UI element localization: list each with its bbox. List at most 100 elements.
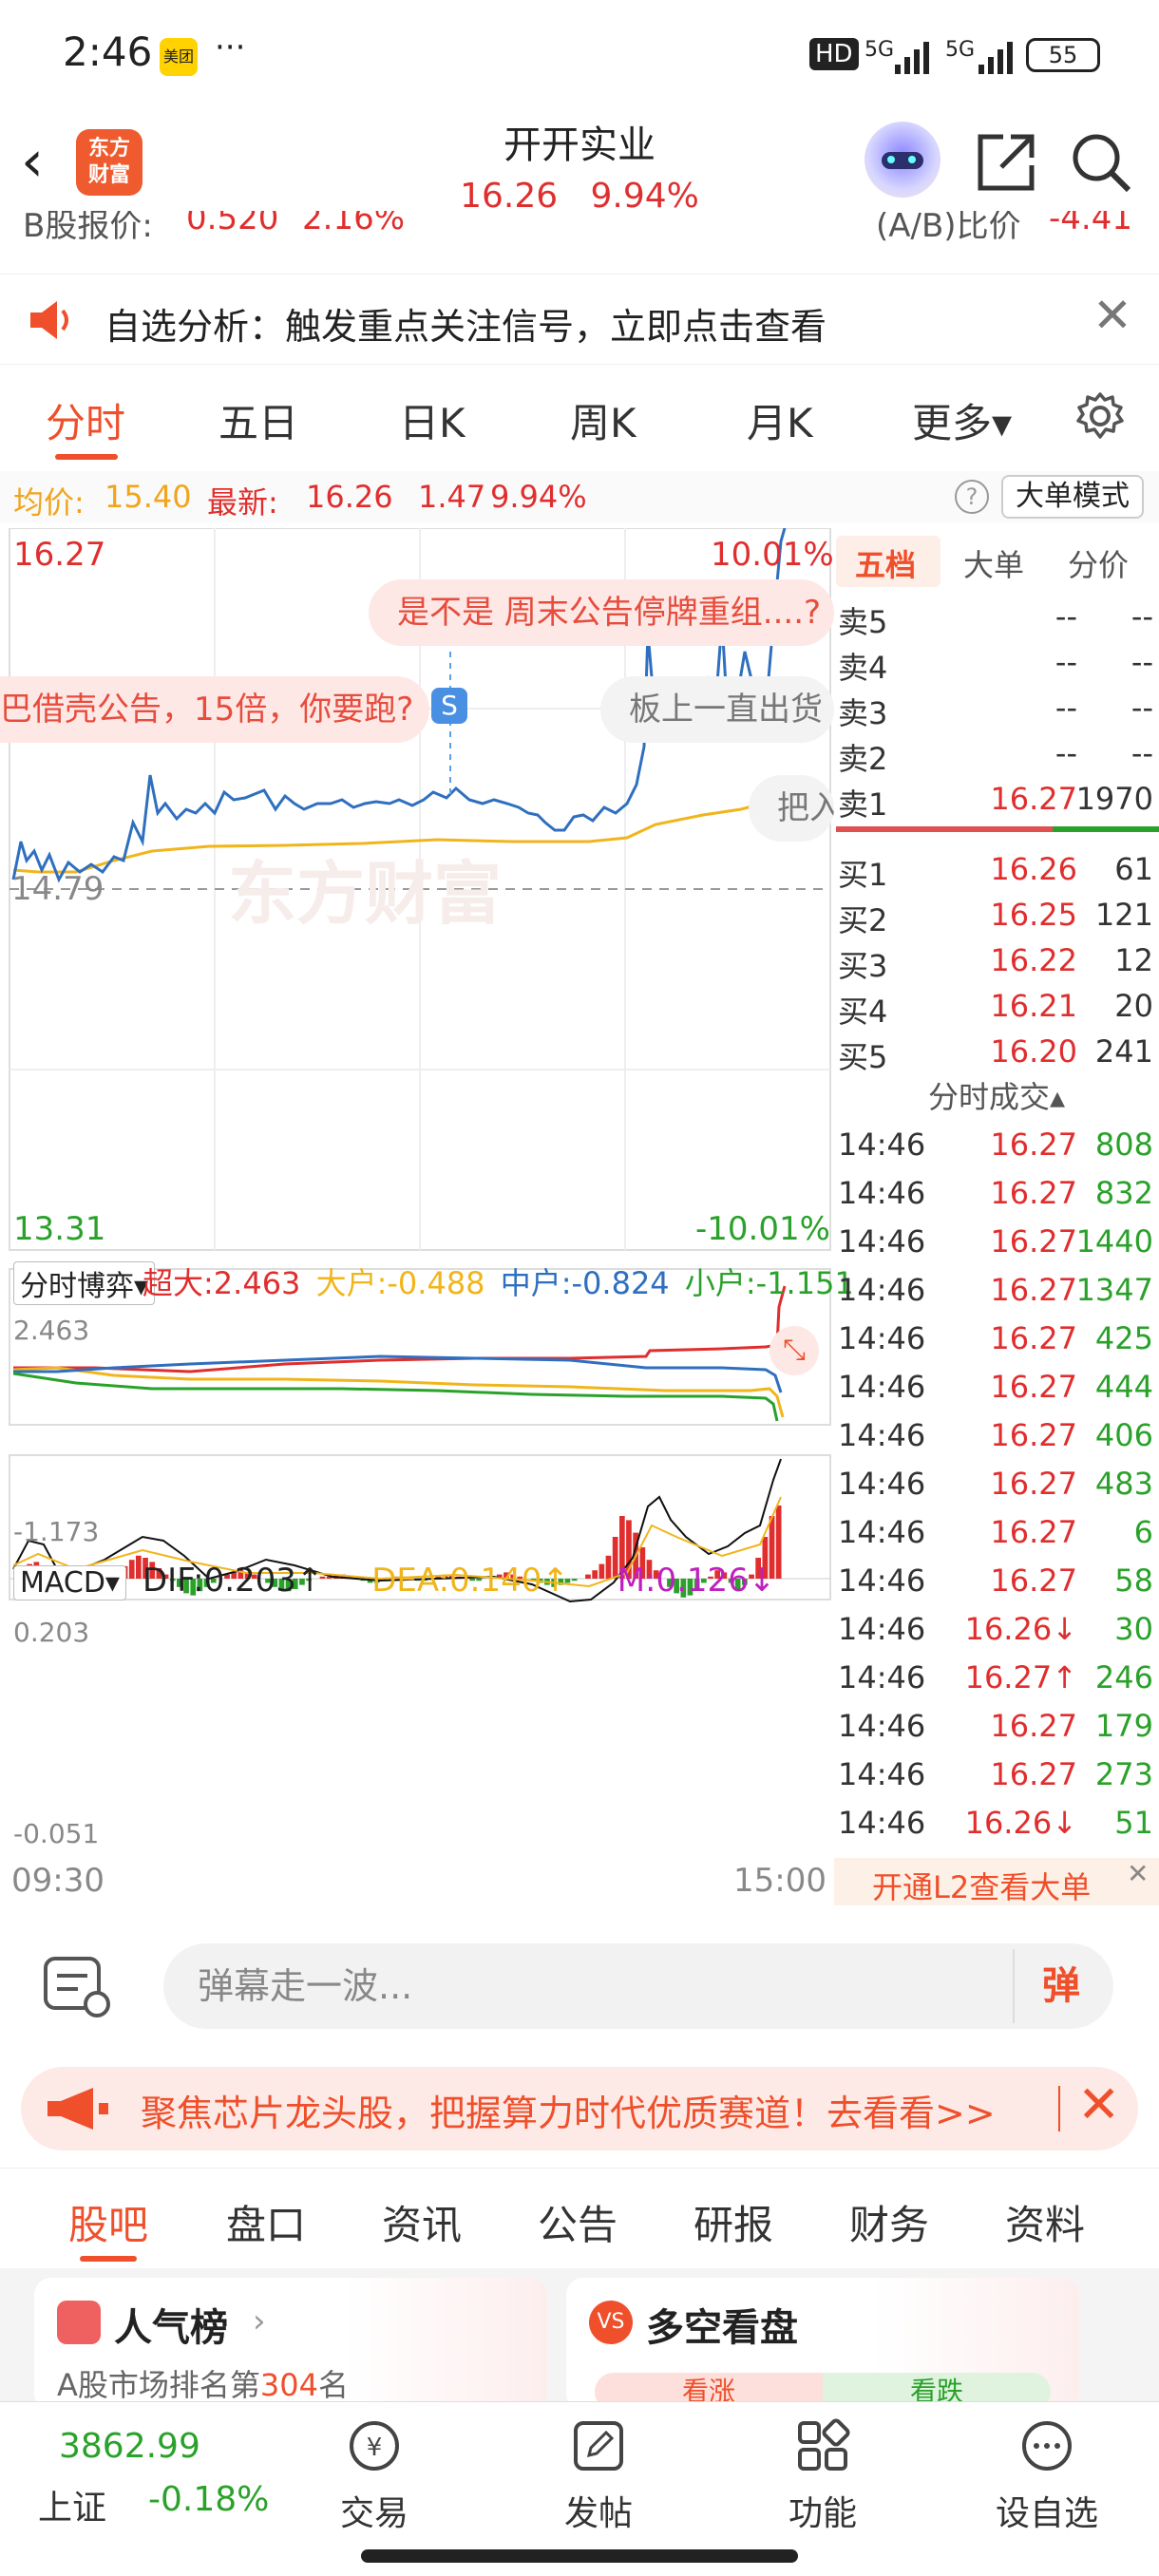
bids-row[interactable]: 买4 16.21 20 bbox=[834, 982, 1159, 1030]
tab-profile[interactable]: 资料 bbox=[1005, 2193, 1085, 2251]
tab-finance[interactable]: 财务 bbox=[849, 2193, 929, 2251]
index-pct[interactable]: -0.18% bbox=[148, 2480, 269, 2519]
tab-news[interactable]: 资讯 bbox=[382, 2193, 462, 2251]
trade-row: 14:46 16.27 406 bbox=[838, 1417, 1153, 1453]
search-icon[interactable] bbox=[1070, 131, 1132, 194]
status-bar: 2:46 美团 ··· HD 5G 5G 55 bbox=[0, 0, 1159, 114]
macd-legend: DIF:0.203↑ DEA:0.140↑ M:0.126↓ bbox=[142, 1562, 776, 1600]
bids-row[interactable]: 买1 16.26 61 bbox=[834, 845, 1159, 893]
tab-more[interactable]: 更多▾ bbox=[912, 391, 1012, 449]
promo-close-icon[interactable]: ✕ bbox=[1077, 2074, 1120, 2134]
share-icon[interactable] bbox=[975, 131, 1037, 194]
tab-price-distribution[interactable]: 分价 bbox=[1068, 541, 1129, 585]
gear-icon[interactable] bbox=[1075, 391, 1125, 441]
comment-bubble-2[interactable]: 巴借壳公告，15倍，你要跑? bbox=[0, 676, 429, 743]
ai-assistant-icon[interactable] bbox=[864, 122, 940, 198]
b-share-label: B股报价: bbox=[23, 211, 153, 245]
feature-cards: 人气榜 › A股市场排名第304名 VS 多空看盘 看涨 看跌 bbox=[0, 2268, 1159, 2411]
chart-low-pct: -10.01% bbox=[695, 1210, 830, 1248]
expand-icon[interactable]: ⤡ bbox=[770, 1326, 819, 1375]
nav-functions[interactable]: 功能 bbox=[747, 2417, 899, 2535]
tab-daily-k[interactable]: 日K bbox=[399, 391, 466, 449]
asks-row[interactable]: 卖2 -- -- bbox=[834, 729, 1159, 777]
status-time: 2:46 bbox=[63, 28, 153, 75]
trade-row: 14:46 16.27 444 bbox=[838, 1369, 1153, 1405]
avg-value: 15.40 bbox=[104, 479, 192, 515]
flow-max: 2.463 bbox=[13, 1315, 90, 1346]
chart-high-pct: 10.01% bbox=[711, 536, 834, 574]
popularity-icon bbox=[57, 2301, 101, 2344]
tab-big-orders[interactable]: 大单 bbox=[963, 541, 1024, 585]
ab-ratio-value: -4.41 bbox=[1049, 211, 1132, 237]
danmu-send-button[interactable]: 弹 bbox=[1013, 1949, 1108, 2023]
order-book: 五档 大单 分价 卖5 -- -- 卖4 -- -- 卖3 -- -- 卖2 -- -- 卖1 16.27… bbox=[834, 528, 1159, 1911]
last-label: 最新: bbox=[207, 484, 278, 521]
long-short-card[interactable]: VS 多空看盘 看涨 看跌 bbox=[566, 2278, 1079, 2411]
avg-label: 均价: bbox=[13, 484, 85, 521]
content-tab-indicator bbox=[80, 2256, 137, 2262]
bids-row[interactable]: 买5 16.20 241 bbox=[834, 1028, 1159, 1075]
tab-guba[interactable]: 股吧 bbox=[68, 2193, 148, 2251]
index-value[interactable]: 3862.99 bbox=[59, 2427, 200, 2466]
comment-bubble-4[interactable]: 把入 bbox=[749, 775, 834, 842]
big-order-mode-button[interactable]: 大单模式 bbox=[1001, 475, 1144, 519]
trade-row: 14:46 16.27 1440 bbox=[838, 1223, 1153, 1260]
watermark: 东方财富 bbox=[228, 857, 502, 933]
chart-high-price: 16.27 bbox=[13, 536, 106, 574]
asks-row[interactable]: 卖4 -- -- bbox=[834, 638, 1159, 686]
trade-row: 14:46 16.27 483 bbox=[838, 1466, 1153, 1502]
danmu-input[interactable]: 弹幕走一波... bbox=[163, 1943, 1113, 2029]
trade-row: 14:46 16.27 273 bbox=[838, 1756, 1153, 1792]
tab-monthly-k[interactable]: 月K bbox=[747, 391, 813, 449]
macd-selector[interactable]: MACD▾ bbox=[13, 1565, 126, 1601]
b-share-quote[interactable]: B股报价: 0.520 2.16% (A/B)比价 -4.41 bbox=[0, 211, 1159, 245]
trade-row: 14:46 16.27 6 bbox=[838, 1514, 1153, 1550]
trade-row: 14:46 16.27 1347 bbox=[838, 1272, 1153, 1308]
help-icon[interactable]: ? bbox=[955, 480, 989, 514]
trade-row: 14:46 16.27 832 bbox=[838, 1175, 1153, 1211]
macd-bar bbox=[136, 1555, 142, 1579]
trade-row: 14:46 16.26↓ 51 bbox=[838, 1805, 1153, 1841]
l2-banner[interactable]: 开通L2查看大单 ✕ bbox=[834, 1858, 1159, 1911]
danmu-bar: 弹幕走一波... 弹 bbox=[0, 1905, 1159, 2048]
tab-weekly-k[interactable]: 周K bbox=[570, 391, 636, 449]
trade-row: 14:46 16.26↓ 30 bbox=[838, 1611, 1153, 1647]
comment-bubble-3[interactable]: 板上一直出货 bbox=[600, 676, 834, 743]
asks-row[interactable]: 卖5 -- -- bbox=[834, 593, 1159, 640]
hd-voice-icon: HD bbox=[809, 38, 859, 70]
nav-add-watchlist[interactable]: 设自选 bbox=[971, 2417, 1123, 2535]
comment-bubble-1[interactable]: 是不是 周末公告停牌重组....? bbox=[369, 579, 834, 646]
tab-intraday[interactable]: 分时 bbox=[46, 391, 125, 449]
bids-row[interactable]: 买3 16.22 12 bbox=[834, 937, 1159, 984]
time-start: 09:30 bbox=[11, 1862, 104, 1900]
tab-pankou[interactable]: 盘口 bbox=[226, 2193, 306, 2251]
tab-five-levels[interactable]: 五档 bbox=[855, 541, 916, 585]
macd-bar bbox=[775, 1506, 782, 1579]
trades-title[interactable]: 分时成交▴ bbox=[834, 1073, 1159, 1117]
notice-close-icon[interactable]: ✕ bbox=[1092, 288, 1132, 343]
asks-row[interactable]: 卖3 -- -- bbox=[834, 684, 1159, 731]
edit-icon bbox=[574, 2421, 623, 2471]
notice-bar[interactable]: 自选分析：触发重点关注信号，立即点击查看 ✕ bbox=[0, 274, 1159, 365]
more-icon bbox=[1022, 2421, 1072, 2471]
flow-selector[interactable]: 分时博弈▾ bbox=[13, 1261, 156, 1305]
s-marker-badge[interactable]: S bbox=[431, 688, 467, 724]
home-indicator[interactable] bbox=[361, 2549, 798, 2563]
nav-trade[interactable]: ¥ 交易 bbox=[298, 2417, 450, 2535]
popularity-card[interactable]: 人气榜 › A股市场排名第304名 bbox=[34, 2278, 547, 2411]
signal-bars-2-icon bbox=[978, 42, 1013, 74]
danmu-settings-icon[interactable] bbox=[42, 1953, 114, 2021]
more-notifications-icon: ··· bbox=[215, 28, 246, 66]
nav-post[interactable]: 发帖 bbox=[522, 2417, 674, 2535]
tab-five-day[interactable]: 五日 bbox=[218, 391, 298, 449]
content-tabs: 股吧 盘口 资讯 公告 研报 财务 资料 bbox=[0, 2168, 1159, 2263]
tab-research[interactable]: 研报 bbox=[694, 2193, 773, 2251]
l2-close-icon[interactable]: ✕ bbox=[1127, 1858, 1149, 1889]
time-end: 15:00 bbox=[733, 1862, 826, 1900]
trade-icon: ¥ bbox=[350, 2421, 399, 2471]
bids-row[interactable]: 买2 16.25 121 bbox=[834, 891, 1159, 938]
index-name[interactable]: 上证 bbox=[38, 2480, 106, 2529]
asks-row[interactable]: 卖1 16.27 1970 bbox=[834, 775, 1159, 823]
promo-banner[interactable]: 聚焦芯片龙头股，把握算力时代优质赛道！去看看>> ✕ bbox=[21, 2067, 1138, 2150]
tab-announcements[interactable]: 公告 bbox=[538, 2193, 618, 2251]
